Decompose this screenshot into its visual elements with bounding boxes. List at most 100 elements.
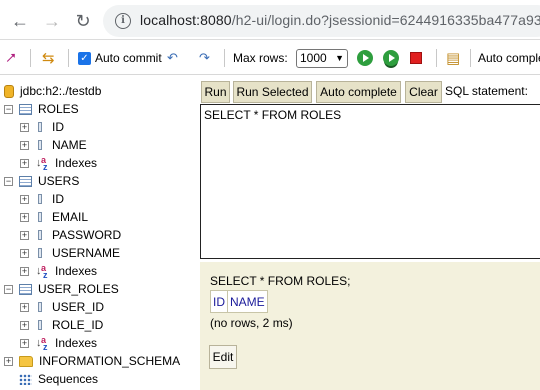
back-icon[interactable]: ← [8, 9, 32, 33]
expand-icon[interactable]: + [20, 122, 29, 132]
result-header-row: ID NAME [210, 290, 268, 313]
result-statement: SELECT * FROM ROLES; [210, 274, 351, 288]
stop-icon[interactable] [410, 41, 422, 75]
history-icon[interactable]: ▤ [446, 41, 460, 75]
chevron-down-icon: ▼ [335, 53, 344, 63]
tree-column[interactable]: + ID [20, 118, 64, 136]
tree-column[interactable]: + USERNAME [20, 244, 120, 262]
run-icon[interactable] [357, 41, 373, 75]
rollback-icon[interactable]: ↶ [167, 41, 178, 75]
collapse-icon[interactable]: − [4, 176, 13, 186]
table-label: USERS [38, 174, 80, 188]
expand-icon[interactable]: + [20, 266, 29, 276]
indexes-label: Indexes [55, 264, 98, 278]
run-selected-icon[interactable] [383, 41, 399, 75]
tree-table-users[interactable]: − USERS [4, 172, 79, 190]
column-icon [38, 248, 42, 258]
expand-icon[interactable]: + [20, 338, 29, 348]
column-label: USER_ID [52, 300, 105, 314]
sequences-icon [19, 373, 32, 385]
result-summary: (no rows, 2 ms) [210, 316, 293, 330]
tree-table-user-roles[interactable]: − USER_ROLES [4, 280, 119, 298]
column-label: ID [52, 192, 64, 206]
result-panel: SELECT * FROM ROLES; ID NAME (no rows, 2… [200, 262, 540, 390]
tree-connection[interactable]: jdbc:h2:./testdb [4, 82, 101, 100]
url-text: localhost:8080/h2-ui/login.do?jsessionid… [140, 12, 540, 28]
query-button-row: Run Run Selected Auto complete Clear SQL… [198, 78, 540, 104]
index-icon: ↓ a z [36, 155, 48, 172]
tree-column[interactable]: + PASSWORD [20, 226, 121, 244]
tree-indexes[interactable]: + ↓ a z Indexes [20, 334, 97, 352]
expand-icon[interactable]: + [20, 140, 29, 150]
column-icon [38, 320, 42, 330]
browser-toolbar: ← → ↻ i localhost:8080/h2-ui/login.do?js… [0, 0, 540, 40]
tree-indexes[interactable]: + ↓ a z Indexes [20, 262, 97, 280]
column-icon [38, 302, 42, 312]
tree-sequences[interactable]: Sequences [4, 370, 98, 388]
refresh-icon[interactable]: ⇆ [42, 41, 55, 75]
auto-complete-button[interactable]: Auto complete [316, 81, 401, 103]
column-icon [38, 230, 42, 240]
auto-commit-checkbox[interactable]: ✓ Auto commit [78, 41, 162, 75]
tree-table-roles[interactable]: − ROLES [4, 100, 79, 118]
folder-icon [19, 355, 33, 367]
sql-editor[interactable]: SELECT * FROM ROLES [200, 104, 540, 259]
collapse-icon[interactable]: − [4, 104, 13, 114]
column-icon [38, 140, 42, 150]
auto-complete-select[interactable]: Auto comple [478, 41, 540, 75]
tree-indexes[interactable]: + ↓ a z Indexes [20, 154, 97, 172]
commit-icon[interactable]: ↷ [199, 41, 210, 75]
expand-icon[interactable]: + [20, 320, 29, 330]
edit-button[interactable]: Edit [209, 345, 237, 369]
forward-icon[interactable]: → [40, 9, 64, 33]
column-icon [38, 212, 42, 222]
collapse-icon[interactable]: − [4, 284, 13, 294]
column-icon [38, 122, 42, 132]
max-rows-select[interactable]: 1000 ▼ [296, 49, 348, 68]
column-icon [38, 194, 42, 204]
table-label: USER_ROLES [38, 282, 119, 296]
tree-information-schema[interactable]: + INFORMATION_SCHEMA [4, 352, 180, 370]
connection-label: jdbc:h2:./testdb [20, 84, 102, 98]
tree-column[interactable]: + ROLE_ID [20, 316, 103, 334]
index-icon: ↓ a z [36, 263, 48, 280]
tree-column[interactable]: + USER_ID [20, 298, 104, 316]
sequences-label: Sequences [38, 372, 99, 386]
run-button[interactable]: Run [201, 81, 230, 103]
column-label: EMAIL [52, 210, 89, 224]
expand-icon[interactable]: + [20, 158, 29, 168]
index-icon: ↓ a z [36, 335, 48, 352]
expand-icon[interactable]: + [20, 212, 29, 222]
disconnect-icon[interactable]: ⭧ [6, 41, 16, 75]
expand-icon[interactable]: + [20, 248, 29, 258]
site-info-icon[interactable]: i [115, 13, 131, 29]
expand-icon[interactable]: + [20, 194, 29, 204]
query-panel: Run Run Selected Auto complete Clear SQL… [198, 76, 540, 390]
expand-icon[interactable]: + [4, 356, 13, 366]
database-icon [4, 84, 14, 98]
column-label: ROLE_ID [52, 318, 104, 332]
schema-label: INFORMATION_SCHEMA [39, 354, 181, 368]
expand-icon[interactable]: + [20, 230, 29, 240]
result-column-header[interactable]: NAME [227, 290, 268, 313]
max-rows-value: 1000 [300, 51, 327, 65]
indexes-label: Indexes [55, 156, 98, 170]
table-label: ROLES [38, 102, 79, 116]
result-table: ID NAME [210, 290, 268, 313]
result-column-header[interactable]: ID [210, 290, 228, 313]
tree-column[interactable]: + EMAIL [20, 208, 88, 226]
run-selected-button[interactable]: Run Selected [233, 81, 312, 103]
address-bar[interactable]: i localhost:8080/h2-ui/login.do?jsession… [103, 5, 540, 37]
table-icon [19, 175, 32, 187]
tree-column[interactable]: + ID [20, 190, 64, 208]
expand-icon[interactable]: + [20, 302, 29, 312]
max-rows-label: Max rows: [233, 51, 288, 65]
clear-button[interactable]: Clear [405, 81, 442, 103]
column-label: USERNAME [52, 246, 121, 260]
table-icon [19, 103, 32, 115]
sql-statement-label: SQL statement: [445, 84, 528, 98]
reload-icon[interactable]: ↻ [71, 9, 95, 33]
checkbox-checked-icon[interactable]: ✓ [78, 51, 91, 65]
tree-column[interactable]: + NAME [20, 136, 87, 154]
auto-commit-label: Auto commit [95, 51, 162, 65]
